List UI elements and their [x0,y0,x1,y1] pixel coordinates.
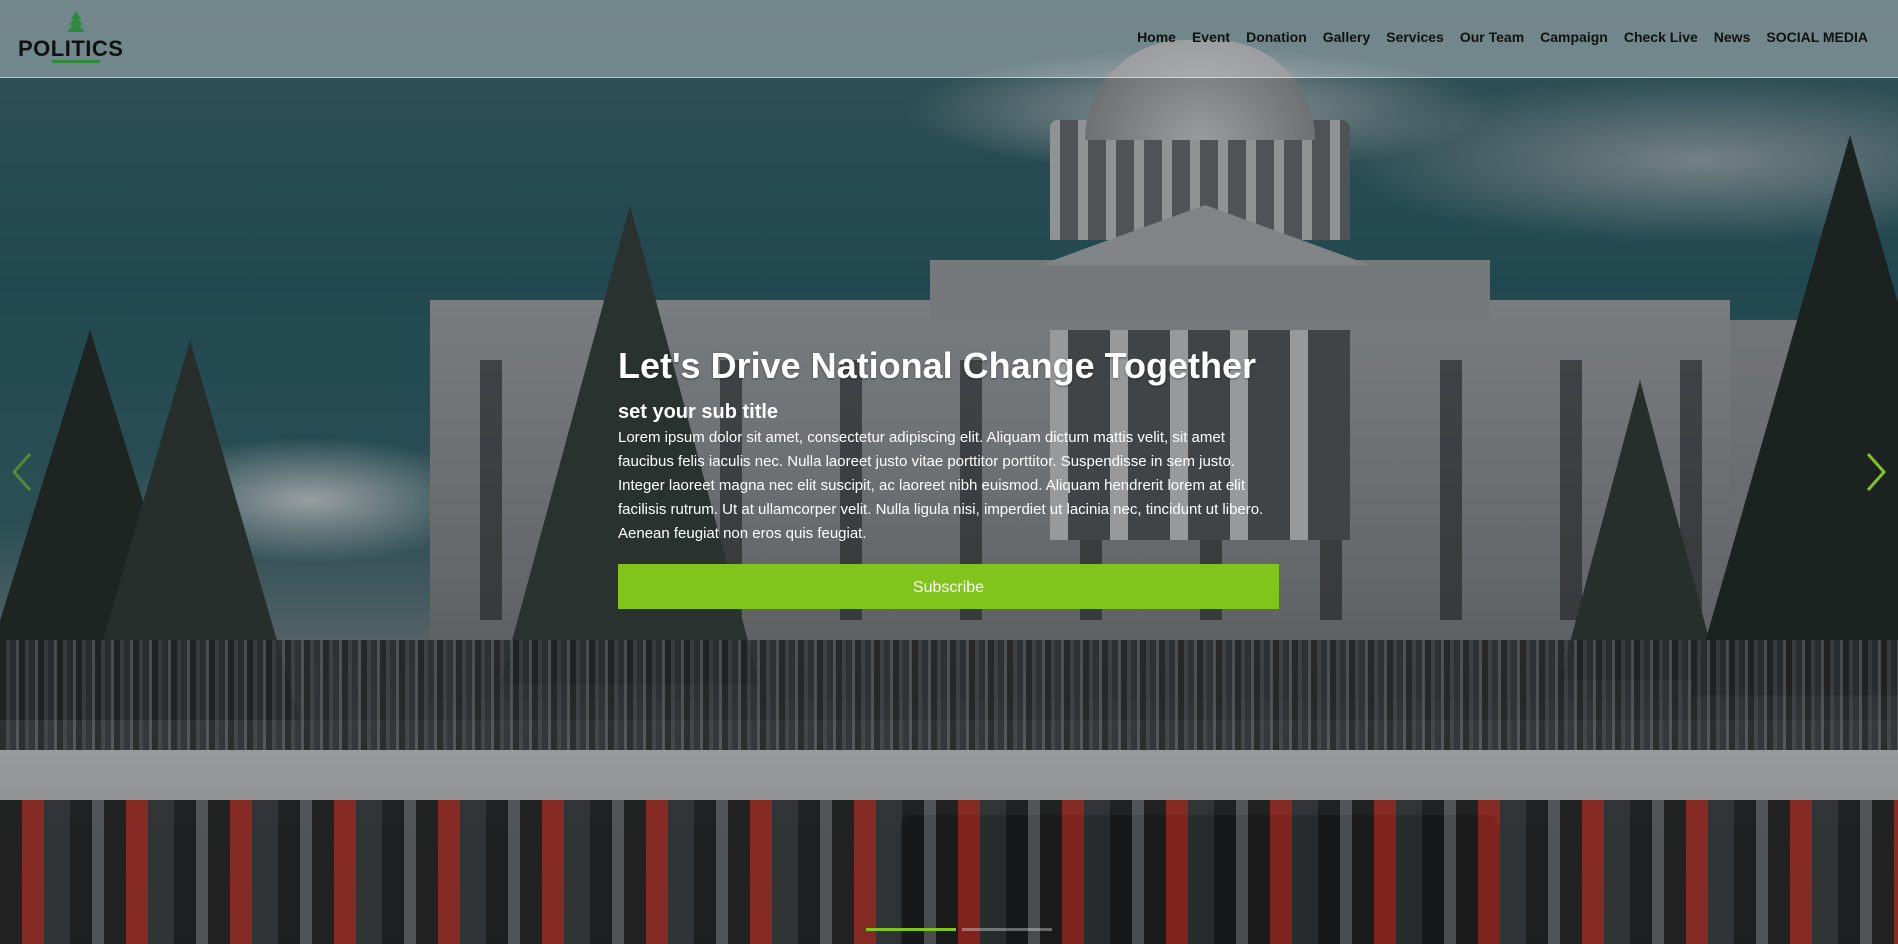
nav-home[interactable]: Home [1129,27,1184,47]
main-menu: Home Event Donation Gallery Services Our… [1129,27,1876,47]
hero-title: Let's Drive National Change Together [618,345,1256,386]
carousel-next-button[interactable] [1860,450,1890,494]
carousel-prev-button[interactable] [8,450,38,494]
hero-subtitle: set your sub title [618,401,779,423]
hero-content: Let's Drive National Change Together set… [618,346,1280,609]
hero-slider: Let's Drive National Change Together set… [0,0,1898,944]
nav-news[interactable]: News [1706,27,1759,47]
nav-donation[interactable]: Donation [1238,27,1315,47]
chevron-left-icon [11,453,32,491]
top-navbar: POLITICS Home Event Donation Gallery Ser… [0,0,1898,78]
hero-description: Lorem ipsum dolor sit amet, consectetur … [618,429,1264,542]
nav-our-team[interactable]: Our Team [1452,27,1532,47]
carousel-indicator-2[interactable] [962,928,1052,931]
capitol-tree-icon [67,11,85,32]
chevron-right-icon [1866,453,1887,491]
nav-social-media[interactable]: SOCIAL MEDIA [1758,27,1876,47]
site-logo[interactable]: POLITICS [18,10,128,66]
logo-underline [52,60,100,63]
nav-gallery[interactable]: Gallery [1315,27,1378,47]
subscribe-button[interactable]: Subscribe [618,564,1279,609]
nav-event[interactable]: Event [1184,27,1238,47]
nav-campaign[interactable]: Campaign [1532,27,1616,47]
brand-name: POLITICS [18,36,124,61]
carousel-indicators [866,928,1052,931]
carousel-indicator-1[interactable] [866,928,956,931]
nav-check-live[interactable]: Check Live [1616,27,1706,47]
nav-services[interactable]: Services [1378,27,1452,47]
